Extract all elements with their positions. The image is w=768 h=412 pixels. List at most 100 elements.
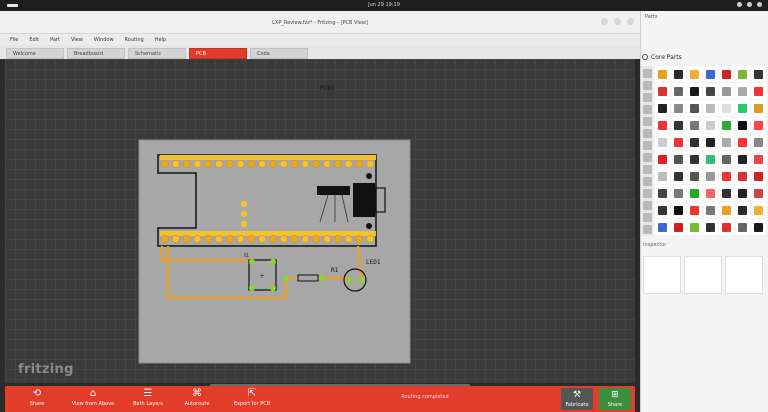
part-thumbnail[interactable] — [655, 66, 670, 82]
mcu-pin-pad[interactable] — [204, 160, 213, 168]
part-thumbnail[interactable] — [703, 168, 718, 184]
part-thumbnail[interactable] — [687, 219, 702, 235]
mcu-pin-pad[interactable] — [182, 235, 191, 243]
part-thumbnail[interactable] — [655, 168, 670, 184]
part-thumbnail[interactable] — [735, 83, 750, 99]
part-thumbnail[interactable] — [703, 134, 718, 150]
mcu-pin-pad[interactable] — [269, 160, 277, 168]
part-thumbnail[interactable] — [655, 202, 670, 218]
search-icon[interactable] — [642, 54, 648, 60]
mcu-pin-pad[interactable] — [344, 160, 353, 168]
mcu-pin-pad[interactable] — [247, 160, 256, 168]
part-thumbnail[interactable] — [719, 134, 734, 150]
fabricate-button[interactable]: ⚒ Fabricate — [561, 388, 593, 410]
part-thumbnail[interactable] — [719, 168, 734, 184]
parts-bin-tab[interactable] — [642, 81, 652, 90]
part-thumbnail[interactable] — [719, 100, 734, 116]
part-thumbnail[interactable] — [655, 219, 670, 235]
switch-pad[interactable] — [270, 259, 276, 265]
part-thumbnail[interactable] — [687, 117, 702, 133]
part-thumbnail[interactable] — [687, 83, 702, 99]
parts-bin-tab[interactable] — [642, 225, 652, 234]
part-thumbnail[interactable] — [751, 117, 766, 133]
mcu-pin-pad[interactable] — [182, 160, 191, 168]
mcu-pin-pad[interactable] — [301, 160, 310, 168]
part-thumbnail[interactable] — [719, 185, 734, 201]
part-thumbnail[interactable] — [687, 134, 702, 150]
autoroute-button[interactable]: ⌘ Autoroute — [177, 386, 217, 412]
mcu-pin-pad[interactable] — [215, 160, 223, 168]
switch-pad[interactable] — [270, 285, 276, 291]
part-thumbnail[interactable] — [735, 100, 750, 116]
part-thumbnail[interactable] — [751, 202, 766, 218]
mcu-pin-pad[interactable] — [258, 160, 267, 168]
part-thumbnail[interactable] — [655, 100, 670, 116]
part-thumbnail[interactable] — [687, 202, 702, 218]
mcu-pin-pad[interactable] — [323, 235, 331, 243]
part-thumbnail[interactable] — [655, 185, 670, 201]
mcu-pin-pad[interactable] — [279, 235, 288, 243]
part-thumbnail[interactable] — [751, 185, 766, 201]
parts-bin-tab[interactable] — [642, 201, 652, 210]
power-icon[interactable] — [757, 2, 762, 7]
part-thumbnail[interactable] — [735, 168, 750, 184]
parts-search[interactable]: Core Parts — [642, 52, 766, 62]
part-thumbnail[interactable] — [751, 100, 766, 116]
parts-bin-tab[interactable] — [642, 141, 652, 150]
mcu-pin-pad[interactable] — [290, 235, 299, 243]
part-thumbnail[interactable] — [655, 117, 670, 133]
part-thumbnail[interactable] — [751, 168, 766, 184]
volume-icon[interactable] — [747, 2, 752, 7]
part-thumbnail[interactable] — [735, 151, 750, 167]
mcu-pin-pad[interactable] — [258, 235, 267, 243]
part-thumbnail[interactable] — [735, 66, 750, 82]
parts-bin-tab[interactable] — [642, 105, 652, 114]
part-thumbnail[interactable] — [719, 66, 734, 82]
parts-bin-tab[interactable] — [642, 69, 652, 78]
part-thumbnail[interactable] — [671, 134, 686, 150]
part-thumbnail[interactable] — [671, 219, 686, 235]
part-thumbnail[interactable] — [751, 83, 766, 99]
part-thumbnail[interactable] — [671, 100, 686, 116]
part-thumbnail[interactable] — [655, 134, 670, 150]
part-thumbnail[interactable] — [671, 117, 686, 133]
led-pad[interactable] — [347, 277, 353, 283]
parts-bin-tab[interactable] — [642, 213, 652, 222]
part-thumbnail[interactable] — [703, 202, 718, 218]
mcu-pin-pad[interactable] — [323, 160, 331, 168]
mcu-pin-pad[interactable] — [225, 160, 234, 168]
part-thumbnail[interactable] — [719, 219, 734, 235]
resistor-pad[interactable] — [283, 275, 289, 281]
mcu-pin-pad[interactable] — [215, 235, 223, 243]
mcu-pin-pad[interactable] — [355, 160, 364, 168]
mcu-pin-pad[interactable] — [171, 235, 180, 243]
mcu-pin-pad[interactable] — [161, 160, 169, 168]
mcu-pin-pad[interactable] — [344, 235, 353, 243]
mcu-pin-pad[interactable] — [204, 235, 213, 243]
parts-bin-tab[interactable] — [642, 189, 652, 198]
part-thumbnail[interactable] — [703, 83, 718, 99]
both-layers-button[interactable]: ☰ Both Layers — [125, 386, 171, 412]
mcu-pin-pad[interactable] — [333, 235, 342, 243]
led-pad[interactable] — [358, 277, 364, 283]
mcu-pin-pad[interactable] — [193, 160, 202, 168]
part-thumbnail[interactable] — [687, 168, 702, 184]
mcu-pin-pad[interactable] — [312, 160, 321, 168]
mcu-pin-pad[interactable] — [236, 235, 245, 243]
share-green-button[interactable]: ⊞ Share — [599, 388, 631, 410]
part-thumbnail[interactable] — [687, 185, 702, 201]
share-button[interactable]: ⟲ Share — [17, 386, 57, 412]
part-thumbnail[interactable] — [671, 168, 686, 184]
reset-button-chip[interactable] — [317, 186, 350, 195]
part-thumbnail[interactable] — [703, 117, 718, 133]
part-thumbnail[interactable] — [735, 219, 750, 235]
part-thumbnail[interactable] — [735, 202, 750, 218]
parts-bin-tab[interactable] — [642, 93, 652, 102]
part-thumbnail[interactable] — [671, 83, 686, 99]
part-thumbnail[interactable] — [719, 117, 734, 133]
usb-connector[interactable] — [353, 183, 375, 217]
part-thumbnail[interactable] — [655, 151, 670, 167]
part-thumbnail[interactable] — [703, 219, 718, 235]
mcu-pin-pad[interactable] — [366, 235, 375, 243]
part-thumbnail[interactable] — [719, 202, 734, 218]
